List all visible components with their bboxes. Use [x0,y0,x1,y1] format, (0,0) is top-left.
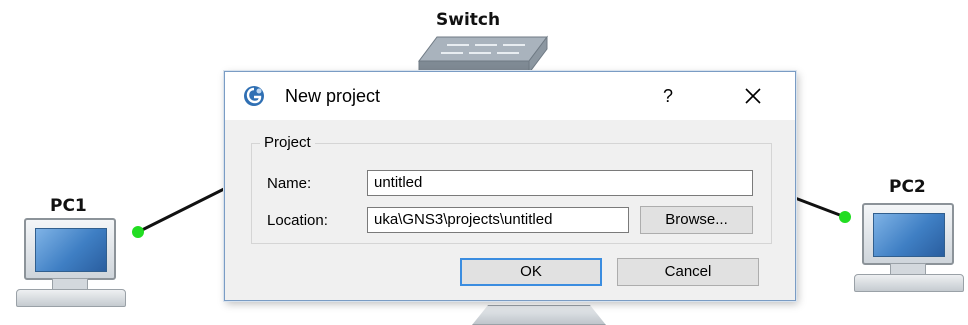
new-project-dialog: New project ? Project Name: untitled Loc… [224,71,796,301]
location-label: Location: [267,212,328,229]
link-pc1-switch[interactable] [137,186,227,234]
cancel-button[interactable]: Cancel [617,258,759,286]
switch-label: Switch [436,10,501,30]
close-button[interactable] [733,80,773,112]
location-field[interactable]: uka\GNS3\projects\untitled [367,207,629,233]
pc2-monitor-icon [862,203,954,265]
close-icon [745,88,761,104]
name-field[interactable]: untitled [367,170,753,196]
hidden-node-base [472,305,606,325]
pc1-label: PC1 [50,196,87,216]
pc1-monitor-icon [24,218,116,280]
pc2-label: PC2 [889,177,926,197]
pc2-link-status-dot [839,211,851,223]
gns3-app-icon [244,86,264,106]
browse-button[interactable]: Browse... [640,206,753,234]
switch-icon[interactable] [417,35,549,75]
project-group-title: Project [260,134,315,151]
pc1-link-status-dot [132,226,144,238]
name-label: Name: [267,175,312,192]
help-button[interactable]: ? [653,82,683,110]
link-pc2-switch[interactable] [794,196,846,219]
dialog-title: New project [285,86,381,106]
dialog-titlebar[interactable]: New project ? [225,72,795,120]
ok-button[interactable]: OK [460,258,602,286]
